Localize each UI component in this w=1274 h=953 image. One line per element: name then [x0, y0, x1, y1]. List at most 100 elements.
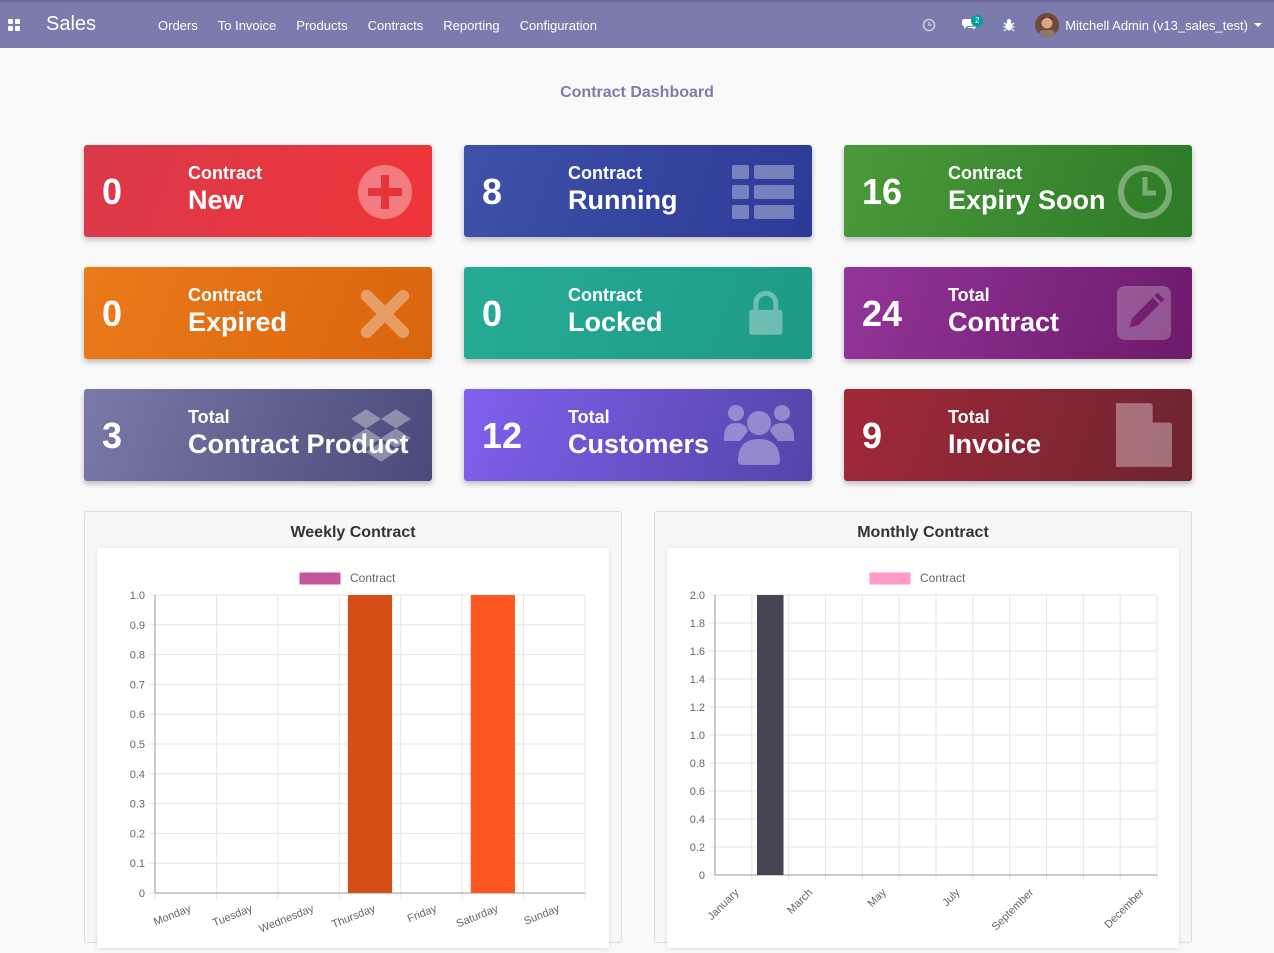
x-tick-label: Saturday — [455, 902, 501, 930]
edit-icon — [1116, 285, 1172, 341]
x-tick-label: Tuesday — [211, 902, 255, 929]
card-contract-expired[interactable]: 0 Contract Expired — [84, 267, 432, 359]
monthly-chart-title: Monthly Contract — [857, 524, 989, 541]
menu-configuration[interactable]: Configuration — [510, 18, 607, 33]
systray: 2 Mitchell Admin (v13_sales_test) — [909, 2, 1274, 48]
card-subtitle: Contract — [948, 163, 1023, 183]
weekly-chart-container: Contract 0 0.1 0.2 0.3 0.4 0.5 0.6 0.7 0.8 0.9 1.0 M… — [97, 548, 609, 948]
card-label: Invoice — [948, 429, 1042, 459]
x-tick-label: Thursday — [330, 902, 377, 930]
x-tick-label: September — [990, 886, 1037, 933]
card-value: 3 — [102, 415, 123, 456]
card-total-invoice[interactable]: 9 Total Invoice — [844, 389, 1192, 481]
bar-saturday[interactable] — [470, 595, 515, 893]
y-tick-label: 0.4 — [130, 769, 145, 781]
card-value: 9 — [862, 415, 883, 456]
card-label: New — [188, 185, 244, 215]
users-icon — [724, 405, 794, 465]
card-value: 0 — [102, 293, 123, 334]
legend-swatch[interactable] — [299, 572, 341, 585]
card-subtitle: Total — [568, 407, 610, 427]
y-tick-label: 1.0 — [130, 590, 145, 602]
bar-thursday[interactable] — [347, 595, 393, 893]
user-menu[interactable]: Mitchell Admin (v13_sales_test) — [1029, 13, 1274, 37]
monthly-contract-panel: Monthly Contract Contract 0 0.2 0.4 0.6 0.8 1.… — [654, 511, 1192, 948]
card-total-contract[interactable]: 24 Total Contract — [844, 267, 1192, 359]
y-tick-label: 0.9 — [130, 620, 145, 632]
weekly-contract-chart: Contract 0 0.1 0.2 0.3 0.4 0.5 0.6 0.7 0.8 0.9 1.0 M… — [130, 571, 586, 935]
message-count-badge: 2 — [971, 15, 984, 27]
file-icon — [1116, 403, 1172, 467]
card-value: 24 — [862, 293, 903, 334]
page-title: Contract Dashboard — [560, 84, 714, 101]
bar-february[interactable] — [756, 595, 784, 875]
activity-clock-icon[interactable] — [909, 2, 949, 48]
card-subtitle: Contract — [568, 285, 643, 305]
y-tick-label: 1.8 — [690, 618, 705, 630]
menu-to-invoice[interactable]: To Invoice — [208, 18, 287, 33]
card-label: Locked — [568, 307, 663, 337]
menu-contracts[interactable]: Contracts — [358, 18, 434, 33]
card-value: 16 — [862, 171, 903, 212]
card-subtitle: Contract — [188, 285, 263, 305]
card-subtitle: Total — [948, 407, 990, 427]
card-subtitle: Total — [188, 407, 230, 427]
chevron-down-icon — [1254, 23, 1262, 27]
apps-grid-icon[interactable] — [8, 19, 20, 31]
y-tick-label: 0.2 — [130, 828, 145, 840]
monthly-chart-container: Contract 0 0.2 0.4 0.6 0.8 1.0 1.2 1.4 1.6 1.8 2.0 J… — [667, 548, 1179, 948]
card-subtitle: Total — [948, 285, 990, 305]
y-tick-label: 1.4 — [690, 674, 705, 686]
list-icon — [732, 165, 794, 219]
app-name[interactable]: Sales — [46, 13, 96, 36]
x-tick-label: Friday — [406, 902, 439, 925]
card-subtitle: Contract — [568, 163, 643, 183]
card-value: 0 — [102, 171, 123, 212]
clock-icon — [1118, 165, 1172, 219]
legend-label[interactable]: Contract — [350, 571, 396, 585]
messages-icon[interactable]: 2 — [949, 2, 989, 48]
y-tick-label: 1.2 — [690, 702, 705, 714]
y-tick-label: 0.8 — [690, 758, 705, 770]
card-label: Expired — [188, 307, 288, 337]
monthly-contract-chart: Contract 0 0.2 0.4 0.6 0.8 1.0 1.2 1.4 1.6 1.8 2.0 J… — [690, 571, 1158, 933]
y-tick-label: 0 — [139, 888, 145, 900]
card-contract-expiry-soon[interactable]: 16 Contract Expiry Soon — [844, 145, 1192, 237]
card-label: Contract — [948, 307, 1060, 337]
x-tick-label: May — [866, 886, 890, 910]
card-total-contract-product[interactable]: 3 Total Contract Product — [84, 389, 432, 481]
y-tick-label: 0.5 — [130, 739, 145, 751]
y-tick-label: 0.6 — [130, 709, 145, 721]
plus-circle-icon — [358, 165, 412, 219]
card-label: Contract Product — [188, 429, 409, 459]
card-label: Running — [568, 185, 678, 215]
avatar — [1035, 13, 1060, 37]
lock-icon — [749, 290, 783, 335]
legend-label[interactable]: Contract — [920, 571, 966, 585]
card-contract-new[interactable]: 0 Contract New — [84, 145, 432, 237]
menu-products[interactable]: Products — [286, 18, 357, 33]
x-tick-label: Monday — [152, 902, 193, 928]
card-contract-running[interactable]: 8 Contract Running — [464, 145, 812, 237]
times-icon — [360, 289, 410, 339]
x-tick-label: March — [785, 887, 815, 917]
y-tick-label: 0.8 — [130, 650, 145, 662]
legend-swatch[interactable] — [869, 572, 911, 585]
y-tick-label: 0.1 — [130, 858, 145, 870]
card-contract-locked[interactable]: 0 Contract Locked — [464, 267, 812, 359]
y-tick-label: 0.3 — [130, 799, 145, 811]
x-tick-label: December — [1102, 886, 1147, 931]
menu-reporting[interactable]: Reporting — [433, 18, 509, 33]
card-value: 8 — [482, 171, 503, 212]
menu-orders[interactable]: Orders — [148, 18, 208, 33]
x-tick-label: Wednesday — [258, 902, 317, 935]
user-name: Mitchell Admin (v13_sales_test) — [1065, 17, 1248, 33]
top-navbar: Sales Orders To Invoice Products Contrac… — [0, 0, 1274, 48]
y-tick-label: 0.2 — [690, 842, 705, 854]
y-tick-label: 1.6 — [690, 646, 705, 658]
debug-bug-icon[interactable] — [989, 2, 1029, 48]
x-tick-label: July — [940, 886, 963, 909]
main-menu: Orders To Invoice Products Contracts Rep… — [148, 2, 607, 48]
y-tick-label: 0.6 — [690, 786, 705, 798]
card-total-customers[interactable]: 12 Total Customers — [464, 389, 812, 481]
